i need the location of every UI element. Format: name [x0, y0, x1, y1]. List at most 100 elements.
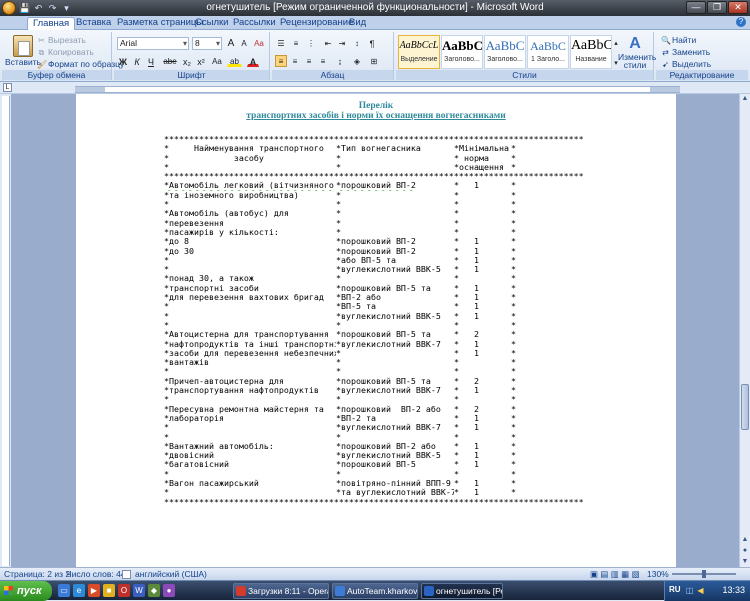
view-buttons-icon[interactable]: ▣ ▤ ▥ ▦ ▧ — [590, 568, 640, 580]
task-autoteam[interactable]: AutoTeam.kharkov.u... — [332, 583, 418, 599]
app-icon[interactable]: W — [133, 584, 145, 597]
close-button[interactable]: ✕ — [728, 1, 748, 14]
app3-icon[interactable]: ● — [163, 584, 175, 597]
table-row: *та іноземного виробництва) * * * — [164, 191, 676, 200]
style-heading-2[interactable]: АаBbC Заголово... — [484, 35, 526, 69]
select-button[interactable]: ➹ Выделить — [661, 59, 711, 69]
table-cell: *вантажів — [164, 358, 209, 368]
tab-mailings[interactable]: Рассылки — [228, 17, 281, 30]
next-page-icon[interactable]: ▼ — [740, 557, 750, 567]
align-right-icon[interactable]: ≡ — [303, 55, 315, 67]
table-cell: *лабораторія — [164, 413, 224, 423]
bold-button[interactable]: Ж — [117, 55, 129, 67]
font-size-select[interactable]: 8 — [192, 37, 222, 50]
app2-icon[interactable]: ◆ — [148, 584, 160, 597]
start-button[interactable]: пуск — [0, 581, 52, 601]
shading-icon[interactable]: ◈ — [351, 55, 363, 67]
page-count[interactable]: Страница: 2 из 2 — [4, 568, 70, 580]
style-name: Заголово... — [444, 56, 480, 63]
browser-icon[interactable]: e — [73, 584, 85, 597]
italic-button[interactable]: К — [131, 55, 143, 67]
shrink-font-button[interactable]: A — [238, 37, 250, 49]
document-page[interactable]: Перелік транспортних засобів і норми їх … — [76, 94, 676, 567]
style-emphasis[interactable]: АаBbCcL Выделение — [398, 35, 440, 69]
borders-icon[interactable]: ⊞ — [368, 55, 380, 67]
table-cell: * — [511, 413, 516, 423]
replace-button[interactable]: ⇄ Заменить — [661, 47, 710, 57]
increase-indent-icon[interactable]: ⇥ — [336, 37, 348, 49]
scroll-up-icon[interactable]: ▲ — [740, 94, 750, 104]
decrease-indent-icon[interactable]: ⇤ — [322, 37, 334, 49]
show-desktop-icon[interactable]: ▭ — [58, 584, 70, 597]
font-color-button[interactable]: A — [247, 55, 259, 67]
vertical-scrollbar[interactable]: ▲ ▲ ● ▼ — [739, 94, 750, 567]
line-spacing-icon[interactable]: ↨ — [334, 55, 346, 67]
ruler-right-margin — [650, 87, 680, 92]
table-row: *засоби для перевезення небезпечних * * 1 * — [164, 349, 676, 358]
clear-format-button[interactable]: Aa — [253, 37, 265, 49]
multilevel-list-icon[interactable]: ⋮ — [305, 37, 317, 49]
copy-button[interactable]: ⧉ Копировать — [37, 47, 94, 57]
replace-icon: ⇄ — [662, 47, 669, 57]
tab-view[interactable]: Вид — [344, 17, 371, 30]
highlight-button[interactable]: ab — [227, 55, 242, 67]
table-cell: * — [336, 162, 341, 172]
tab-home[interactable]: Главная — [27, 17, 76, 30]
horizontal-ruler[interactable] — [75, 86, 680, 93]
network-icon[interactable]: ◫ — [685, 586, 694, 595]
task-opera[interactable]: Загрузки 8:11 - Opera — [233, 583, 329, 599]
numbering-icon[interactable]: ≡ — [290, 37, 302, 49]
zoom-level[interactable]: 130% — [647, 568, 669, 580]
tab-references[interactable]: Ссылки — [190, 17, 233, 30]
table-cell: * — [336, 153, 341, 163]
opera-icon[interactable]: O — [118, 584, 130, 597]
language-indicator[interactable]: английский (США) — [135, 568, 207, 580]
task-word[interactable]: огнетушитель [Реж... — [421, 583, 503, 599]
table-row: * * * * — [164, 367, 676, 376]
browse-object-icon[interactable]: ● — [740, 546, 750, 556]
change-styles-button[interactable]: A Изменить стили — [618, 35, 656, 69]
table-cell: * — [511, 293, 516, 303]
table-cell: * — [511, 488, 516, 498]
justify-icon[interactable]: ≡ — [317, 55, 329, 67]
table-cell: * — [164, 311, 169, 321]
cut-button[interactable]: ✂ Вырезать — [37, 35, 86, 45]
folder-icon[interactable]: ■ — [103, 584, 115, 597]
sort-icon[interactable]: ↕ — [351, 37, 363, 49]
strikethrough-button[interactable]: abe — [161, 55, 179, 67]
format-painter-button[interactable]: 🖌 Формат по образцу — [37, 59, 124, 69]
paste-button[interactable]: Вставить — [5, 35, 41, 67]
table-cell: *Вагон пасажирський — [164, 478, 259, 488]
table-cell: * 1 — [454, 181, 479, 191]
change-case-button[interactable]: Aa — [210, 55, 224, 67]
proofing-icon[interactable] — [122, 570, 131, 579]
maximize-button[interactable]: ❐ — [707, 1, 727, 14]
keyboard-language[interactable]: RU — [669, 585, 681, 594]
word-count[interactable]: Число слов: 448 — [66, 568, 130, 580]
scroll-thumb[interactable] — [741, 384, 749, 430]
help-icon[interactable]: ? — [736, 17, 746, 27]
tab-selector-icon[interactable]: L — [3, 83, 12, 92]
volume-icon[interactable]: ◀ — [696, 586, 705, 595]
media-icon[interactable]: ▶ — [88, 584, 100, 597]
bullets-icon[interactable]: ☰ — [275, 37, 287, 49]
grow-font-button[interactable]: A — [225, 37, 237, 49]
prev-page-icon[interactable]: ▲ — [740, 535, 750, 545]
align-left-icon[interactable]: ≡ — [275, 55, 287, 67]
superscript-button[interactable]: x² — [195, 55, 207, 67]
zoom-slider[interactable] — [672, 570, 736, 578]
style-heading[interactable]: АаBbC Заголово... — [441, 35, 483, 69]
font-name-select[interactable]: Arial — [117, 37, 189, 50]
find-button[interactable]: 🔍 Найти — [661, 35, 696, 45]
tab-insert[interactable]: Вставка — [71, 17, 116, 30]
table-row: *перевезення * * * — [164, 219, 676, 228]
style-heading-1[interactable]: АаBbC 1 Заголо... — [527, 35, 569, 69]
table-cell: * — [511, 330, 516, 340]
style-title[interactable]: АаBbC Название — [570, 35, 612, 69]
underline-button[interactable]: Ч — [145, 55, 157, 67]
table-cell: *порошковий ВП-5 та — [336, 376, 431, 386]
align-center-icon[interactable]: ≡ — [289, 55, 301, 67]
subscript-button[interactable]: x₂ — [181, 55, 193, 67]
minimize-button[interactable]: — — [686, 1, 706, 14]
show-marks-button[interactable]: ¶ — [366, 37, 378, 49]
